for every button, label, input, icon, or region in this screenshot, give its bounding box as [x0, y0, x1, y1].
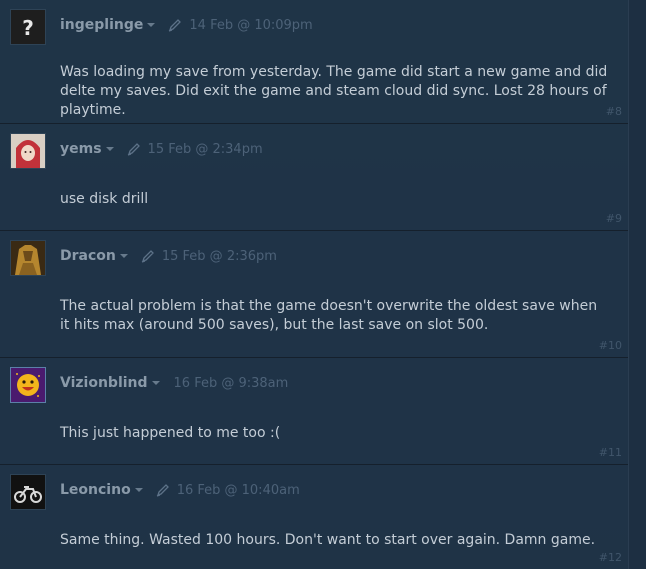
comment-body: This just happened to me too :(	[60, 425, 281, 441]
chevron-down-icon[interactable]	[134, 488, 143, 492]
chevron-down-icon[interactable]	[151, 381, 160, 385]
edited-pencil-icon	[156, 484, 169, 497]
comment-timestamp: 15 Feb @ 2:34pm	[147, 141, 263, 157]
comment-timestamp: 16 Feb @ 10:40am	[176, 482, 300, 498]
chevron-down-icon[interactable]	[147, 23, 156, 27]
comment: ? ingeplinge 14 Feb @ 10:09pm Was loadin…	[0, 0, 628, 124]
question-mark-icon: ?	[11, 10, 45, 44]
comment-number[interactable]: #9	[606, 212, 622, 225]
armored-figure-avatar-icon[interactable]	[10, 240, 46, 276]
author-name[interactable]: ingeplinge	[60, 17, 143, 33]
comment-header: Vizionblind 16 Feb @ 9:38am	[60, 372, 288, 394]
comment: Vizionblind 16 Feb @ 9:38am This just ha…	[0, 358, 628, 465]
comment-header: ingeplinge 14 Feb @ 10:09pm	[60, 14, 313, 36]
chevron-down-icon[interactable]	[119, 254, 128, 258]
author-name[interactable]: yems	[60, 141, 102, 157]
comment-number[interactable]: #10	[599, 339, 622, 352]
comment-number[interactable]: #12	[599, 551, 622, 564]
motorcycle-icon	[11, 475, 45, 509]
comment-number[interactable]: #11	[599, 446, 622, 459]
comment-timestamp: 16 Feb @ 9:38am	[173, 375, 289, 391]
chevron-down-icon[interactable]	[105, 147, 114, 151]
svg-text:?: ?	[22, 16, 34, 40]
author-name[interactable]: Leoncino	[60, 482, 131, 498]
comment-timestamp: 14 Feb @ 10:09pm	[189, 17, 313, 33]
smiley-sun-icon	[11, 368, 45, 402]
comment-feed: ? ingeplinge 14 Feb @ 10:09pm Was loadin…	[0, 0, 628, 569]
question-mark-avatar-icon[interactable]: ?	[10, 9, 46, 45]
comment-number[interactable]: #8	[606, 105, 622, 118]
author-name[interactable]: Dracon	[60, 248, 116, 264]
comment: yems 15 Feb @ 2:34pm use disk drill #9	[0, 124, 628, 231]
red-hood-avatar-icon[interactable]	[10, 133, 46, 169]
edited-pencil-icon	[127, 143, 140, 156]
comment-header: yems 15 Feb @ 2:34pm	[60, 138, 263, 160]
comment-body: The actual problem is that the game does…	[60, 298, 598, 333]
comment-header: Dracon 15 Feb @ 2:36pm	[60, 245, 277, 267]
comment-header: Leoncino 16 Feb @ 10:40am	[60, 479, 300, 501]
armored-figure-icon	[11, 241, 45, 275]
motorcycle-avatar-icon[interactable]	[10, 474, 46, 510]
author-name[interactable]: Vizionblind	[60, 375, 148, 391]
comment-body: Was loading my save from yesterday. The …	[60, 64, 608, 118]
comment-timestamp: 15 Feb @ 2:36pm	[161, 248, 277, 264]
smiley-sun-avatar-icon[interactable]	[10, 367, 46, 403]
comment: Dracon 15 Feb @ 2:36pm The actual proble…	[0, 231, 628, 358]
edited-pencil-icon	[141, 250, 154, 263]
discussion-page: ? ingeplinge 14 Feb @ 10:09pm Was loadin…	[0, 0, 646, 569]
comment-body: use disk drill	[60, 191, 149, 207]
red-hood-icon	[11, 134, 45, 168]
edited-pencil-icon	[169, 19, 182, 32]
comment: Leoncino 16 Feb @ 10:40am Same thing. Wa…	[0, 465, 628, 569]
scrollbar[interactable]	[628, 0, 646, 569]
comment-body: Same thing. Wasted 100 hours. Don't want…	[60, 532, 596, 548]
